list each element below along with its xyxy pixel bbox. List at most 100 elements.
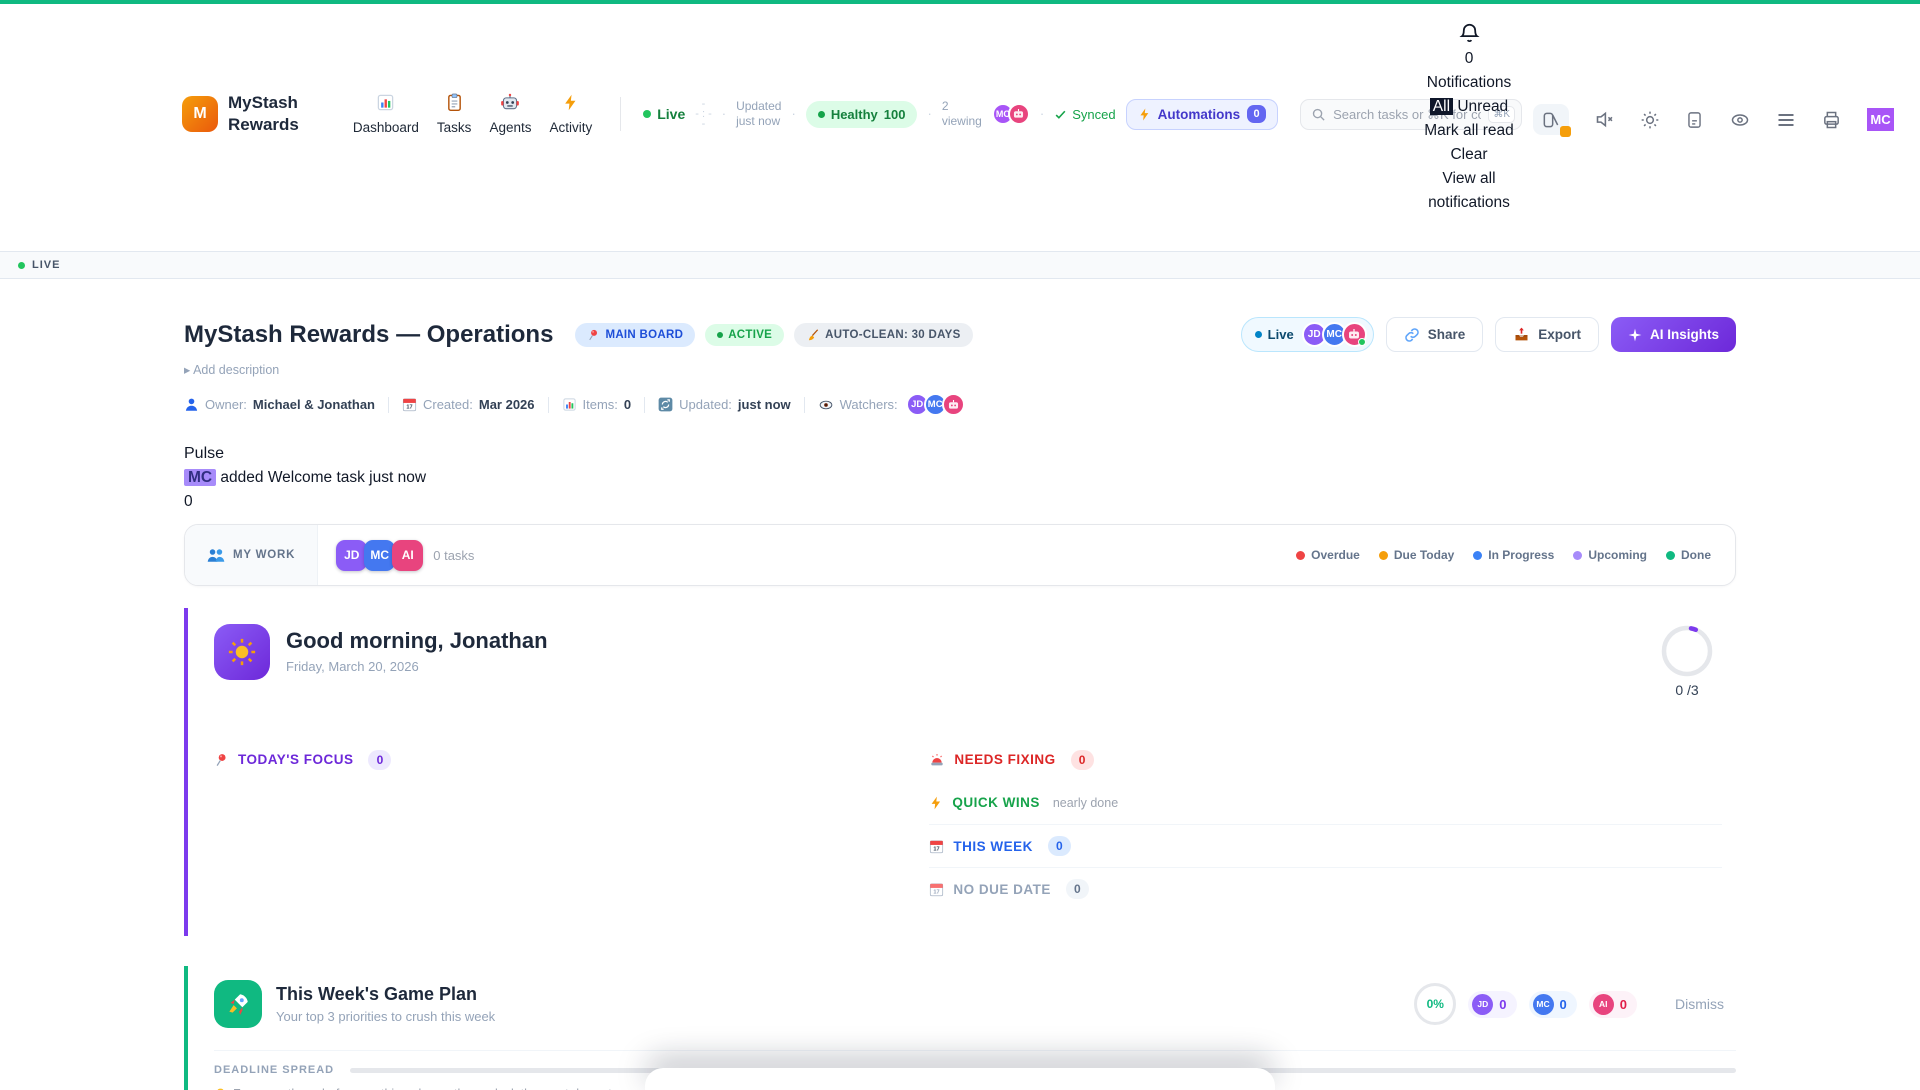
view-all-notifications-link[interactable]: View all notifications bbox=[1406, 167, 1532, 215]
header-tools: MC bbox=[1533, 104, 1894, 135]
health-badge: Healthy 100 bbox=[806, 101, 918, 128]
assignee-pill[interactable]: MC 0 bbox=[1529, 991, 1577, 1018]
person-icon bbox=[184, 397, 199, 412]
robot-avatar[interactable] bbox=[1342, 322, 1367, 347]
rocket-icon bbox=[214, 980, 262, 1028]
pulse-entry: MC added Welcome task just now bbox=[184, 466, 1736, 490]
nav-item-dashboard[interactable]: Dashboard bbox=[353, 93, 419, 135]
mark-all-read-button[interactable]: Mark all read bbox=[1406, 119, 1532, 143]
live-dot-icon bbox=[643, 110, 651, 118]
actor-chip: MC bbox=[184, 469, 216, 486]
assignee-pill[interactable]: JD 0 bbox=[1468, 991, 1516, 1018]
clipboard-icon bbox=[446, 93, 463, 117]
my-work-task-count: 0 tasks bbox=[433, 548, 474, 563]
active-badge: ACTIVE bbox=[705, 324, 784, 346]
created-meta: 17 Created: Mar 2026 bbox=[402, 397, 535, 412]
count-badge: 0 bbox=[368, 750, 391, 770]
menu-button[interactable] bbox=[1776, 112, 1796, 128]
eye-icon bbox=[818, 398, 834, 412]
app-logo[interactable]: M MyStash Rewards bbox=[182, 92, 299, 136]
export-button[interactable]: Export bbox=[1495, 317, 1599, 352]
this-week-section[interactable]: 17 THIS WEEK 0 bbox=[929, 824, 1722, 867]
greeting-title: Good morning, Jonathan bbox=[286, 628, 548, 654]
viewing-count: 2 viewing bbox=[942, 99, 982, 129]
sparkle-icon bbox=[1628, 328, 1642, 342]
refresh-icon bbox=[658, 397, 673, 412]
ai-insights-button[interactable]: AI Insights bbox=[1611, 317, 1736, 352]
mute-button[interactable] bbox=[1594, 109, 1615, 130]
lightning-icon bbox=[1138, 107, 1151, 122]
out-tray-icon bbox=[1513, 327, 1530, 343]
reader-panel-icon bbox=[1541, 110, 1561, 130]
pushpin-icon bbox=[214, 752, 229, 768]
updated-status: Updated just now bbox=[736, 99, 781, 129]
calendar-icon: 17 bbox=[929, 839, 944, 854]
no-due-date-section[interactable]: 17 NO DUE DATE 0 bbox=[929, 867, 1722, 910]
assignee-pill[interactable]: AI 0 bbox=[1589, 991, 1637, 1018]
filter-all[interactable]: All bbox=[1430, 98, 1453, 115]
link-icon bbox=[1404, 327, 1420, 343]
svg-text:17: 17 bbox=[934, 889, 940, 895]
avatar[interactable]: JD bbox=[336, 540, 367, 571]
robot-avatar[interactable] bbox=[1008, 103, 1030, 125]
bell-icon[interactable] bbox=[1459, 22, 1480, 45]
synced-status: Synced bbox=[1054, 107, 1115, 122]
pulse-count: 0 bbox=[184, 490, 1736, 514]
clear-button[interactable]: Clear bbox=[1406, 143, 1532, 167]
nav-item-tasks[interactable]: Tasks bbox=[437, 93, 472, 135]
quick-wins-section[interactable]: QUICK WINS nearly done bbox=[929, 781, 1722, 824]
lightning-icon bbox=[562, 93, 579, 117]
lightning-icon bbox=[929, 795, 943, 811]
progress-ring bbox=[1660, 624, 1714, 678]
light-bulb-icon bbox=[214, 1087, 227, 1090]
legend-due-today: Due Today bbox=[1379, 548, 1454, 562]
robot-avatar[interactable] bbox=[942, 393, 965, 416]
print-button[interactable] bbox=[1821, 110, 1842, 130]
reader-panel-button[interactable] bbox=[1533, 104, 1569, 135]
greeting-date: Friday, March 20, 2026 bbox=[286, 659, 548, 674]
notifications-count: 0 bbox=[1406, 47, 1532, 71]
filter-unread[interactable]: Unread bbox=[1457, 98, 1508, 115]
my-work-label: MY WORK bbox=[185, 525, 318, 585]
alert-dot bbox=[1560, 126, 1571, 137]
add-description-toggle[interactable]: ▸ Add description bbox=[184, 362, 1736, 377]
viewer-avatars[interactable]: MC bbox=[992, 103, 1030, 125]
sun-icon bbox=[1640, 110, 1660, 130]
logo-monogram: M bbox=[182, 96, 218, 132]
notifications-dropdown: 0 Notifications All Unread Mark all read… bbox=[1406, 22, 1532, 215]
people-icon bbox=[207, 548, 225, 563]
legend-done: Done bbox=[1666, 548, 1711, 562]
theme-button[interactable] bbox=[1640, 110, 1660, 130]
progress-score: 0 /3 bbox=[1675, 682, 1698, 698]
health-dot-icon bbox=[818, 111, 825, 118]
bar-chart-icon bbox=[376, 93, 395, 117]
avatar[interactable]: MC bbox=[364, 540, 395, 571]
siren-icon bbox=[929, 752, 945, 768]
todays-focus-section[interactable]: TODAY'S FOCUS 0 bbox=[214, 738, 929, 781]
sun-icon bbox=[214, 624, 270, 680]
expand-icon: ▸ bbox=[184, 363, 190, 377]
share-button[interactable]: Share bbox=[1386, 317, 1484, 352]
main-board-badge: MAIN BOARD bbox=[575, 323, 695, 347]
my-work-bar: MY WORK JD MC AI 0 tasks Overdue Due Tod… bbox=[184, 524, 1736, 586]
search-icon bbox=[1311, 107, 1326, 122]
eye-icon bbox=[1729, 110, 1751, 130]
automations-button[interactable]: Automations 0 bbox=[1126, 99, 1279, 130]
live-bar: LIVE bbox=[0, 251, 1920, 279]
pushpin-icon bbox=[587, 328, 600, 342]
items-meta: Items: 0 bbox=[562, 397, 632, 412]
nav-item-activity[interactable]: Activity bbox=[549, 93, 592, 135]
avatar[interactable]: AI bbox=[392, 540, 423, 571]
docs-button[interactable] bbox=[1685, 110, 1704, 130]
pulse-title: Pulse bbox=[184, 442, 1736, 466]
robot-icon bbox=[500, 93, 520, 117]
board-badges: MAIN BOARD ACTIVE AUTO-CLEAN: 30 DAYS bbox=[575, 323, 972, 347]
live-dot-icon bbox=[18, 262, 25, 269]
notifications-filters: All Unread bbox=[1406, 95, 1532, 119]
needs-fixing-section[interactable]: NEEDS FIXING 0 bbox=[929, 738, 1722, 781]
notifications-title: Notifications bbox=[1406, 71, 1532, 95]
dismiss-button[interactable]: Dismiss bbox=[1675, 996, 1724, 1012]
watch-button[interactable] bbox=[1729, 110, 1751, 130]
nav-item-agents[interactable]: Agents bbox=[489, 93, 531, 135]
user-avatar[interactable]: MC bbox=[1867, 108, 1894, 131]
